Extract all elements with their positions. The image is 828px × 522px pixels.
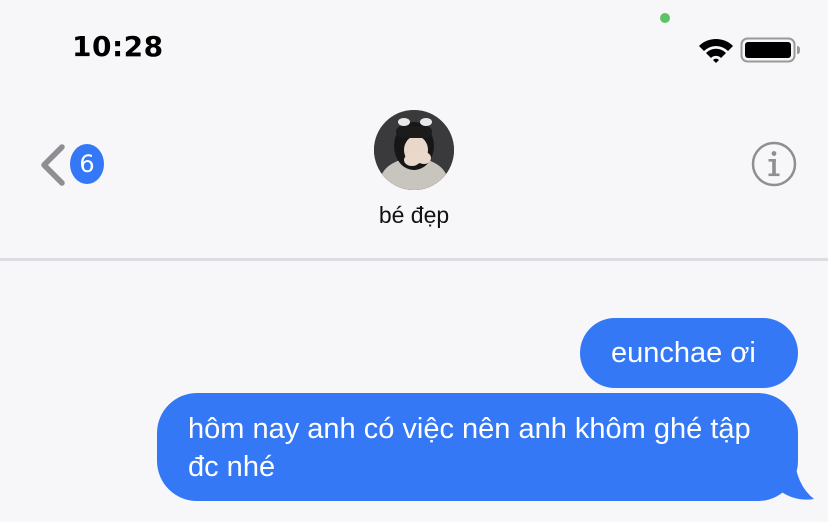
status-time: 10:28 (72, 30, 164, 63)
avatar[interactable] (374, 110, 454, 190)
message-bubble-outgoing[interactable]: hôm nay anh có việc nên anh khôm ghé tập… (157, 393, 798, 501)
conversation-header: 6 bé đẹp (0, 90, 828, 260)
wifi-icon (699, 38, 733, 63)
message-text: hôm nay anh có việc nên anh khôm ghé tập… (188, 413, 751, 483)
camera-in-use-indicator (660, 13, 670, 23)
battery-icon (740, 37, 800, 63)
message-bubble-outgoing[interactable]: eunchae ơi (580, 318, 798, 388)
contact-photo (374, 110, 454, 190)
header-divider (0, 258, 828, 261)
contact-name[interactable]: bé đẹp (0, 202, 828, 229)
bubble-tail (780, 455, 814, 500)
status-bar: 10:28 (0, 0, 828, 90)
message-text: eunchae ơi (611, 337, 756, 369)
unread-count-badge[interactable]: 6 (70, 144, 104, 184)
info-icon[interactable] (750, 140, 798, 188)
chevron-left-icon[interactable] (36, 142, 70, 188)
